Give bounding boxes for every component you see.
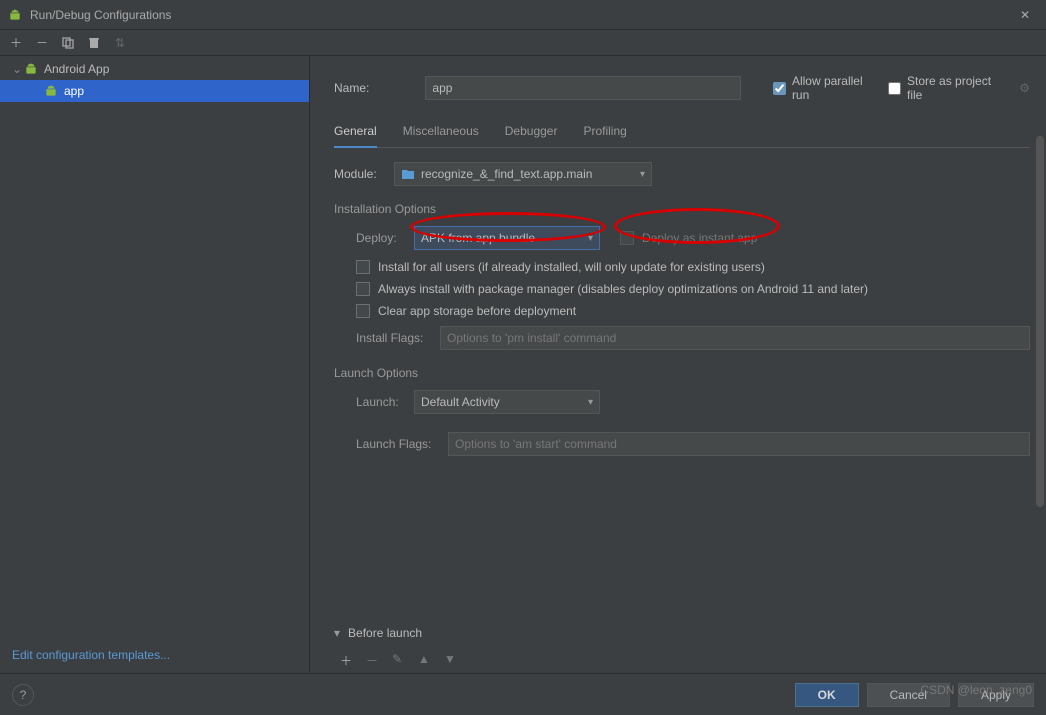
launch-label: Launch: <box>356 395 414 409</box>
close-icon[interactable]: ✕ <box>1012 4 1038 26</box>
bottom-bar: ? OK Cancel Apply <box>0 673 1046 715</box>
move-down-button: ▼ <box>444 652 460 668</box>
store-as-project-checkbox[interactable]: Store as project file <box>888 74 997 102</box>
tree-root-label: Android App <box>44 62 109 76</box>
tabs: General Miscellaneous Debugger Profiling <box>334 120 1030 148</box>
tree-root-android-app[interactable]: ⌄ Android App <box>0 58 309 80</box>
before-launch-toolbar: ＋ － ✎ ▲ ▼ <box>334 648 1030 672</box>
install-flags-label: Install Flags: <box>356 331 440 345</box>
android-icon <box>24 62 38 76</box>
checkbox-icon <box>620 231 634 245</box>
checkbox-icon <box>356 304 370 318</box>
scrollbar[interactable] <box>1036 136 1044 666</box>
sort-config-button[interactable]: ⇅ <box>112 35 128 51</box>
chevron-down-icon: ⌄ <box>12 62 24 76</box>
deploy-label: Deploy: <box>356 231 414 245</box>
tab-miscellaneous[interactable]: Miscellaneous <box>403 120 479 147</box>
launch-options-title: Launch Options <box>334 366 1030 380</box>
gear-icon[interactable]: ⚙ <box>1019 81 1030 95</box>
edit-task-button: ✎ <box>392 652 408 668</box>
save-config-button[interactable] <box>86 35 102 51</box>
launch-dropdown[interactable]: Default Activity <box>414 390 600 414</box>
copy-config-button[interactable] <box>60 35 76 51</box>
name-label: Name: <box>334 81 409 95</box>
remove-config-button[interactable]: － <box>34 35 50 51</box>
folder-icon <box>401 168 415 180</box>
ok-button[interactable]: OK <box>795 683 859 707</box>
sidebar: ⌄ Android App app Edit configuration tem… <box>0 56 310 672</box>
clear-storage-checkbox[interactable]: Clear app storage before deployment <box>356 304 1030 318</box>
move-up-button: ▲ <box>418 652 434 668</box>
edit-templates-link[interactable]: Edit configuration templates... <box>12 648 170 662</box>
help-button[interactable]: ? <box>12 684 34 706</box>
install-all-users-checkbox[interactable]: Install for all users (if already instal… <box>356 260 1030 274</box>
allow-parallel-checkbox[interactable]: Allow parallel run <box>773 74 872 102</box>
android-icon <box>8 8 22 22</box>
remove-task-button: － <box>366 652 382 668</box>
module-label: Module: <box>334 167 394 181</box>
add-config-button[interactable]: ＋ <box>8 35 24 51</box>
content-pane: Name: Allow parallel run Store as projec… <box>310 56 1046 672</box>
tree-item-label: app <box>64 84 84 98</box>
config-tree: ⌄ Android App app <box>0 56 309 638</box>
add-task-button[interactable]: ＋ <box>340 652 356 668</box>
tab-profiling[interactable]: Profiling <box>583 120 626 147</box>
toolbar: ＋ － ⇅ <box>0 30 1046 56</box>
deploy-instant-checkbox: Deploy as instant app <box>620 231 757 245</box>
cancel-button[interactable]: Cancel <box>867 683 950 707</box>
checkbox-icon <box>356 282 370 296</box>
deploy-dropdown[interactable]: APK from app bundle <box>414 226 600 250</box>
launch-flags-label: Launch Flags: <box>356 437 448 451</box>
launch-flags-input[interactable] <box>448 432 1030 456</box>
name-input[interactable] <box>425 76 741 100</box>
android-icon <box>44 84 58 98</box>
tab-general[interactable]: General <box>334 120 377 148</box>
titlebar: Run/Debug Configurations ✕ <box>0 0 1046 30</box>
module-dropdown[interactable]: recognize_&_find_text.app.main <box>394 162 652 186</box>
checkbox-icon <box>356 260 370 274</box>
tree-item-app[interactable]: app <box>0 80 309 102</box>
chevron-down-icon: ▾ <box>334 626 340 640</box>
window-title: Run/Debug Configurations <box>30 8 1012 22</box>
always-pkg-mgr-checkbox[interactable]: Always install with package manager (dis… <box>356 282 1030 296</box>
before-launch-toggle[interactable]: ▾ Before launch <box>334 626 1030 640</box>
installation-options-title: Installation Options <box>334 202 1030 216</box>
apply-button[interactable]: Apply <box>958 683 1034 707</box>
install-flags-input[interactable] <box>440 326 1030 350</box>
tab-debugger[interactable]: Debugger <box>505 120 558 147</box>
